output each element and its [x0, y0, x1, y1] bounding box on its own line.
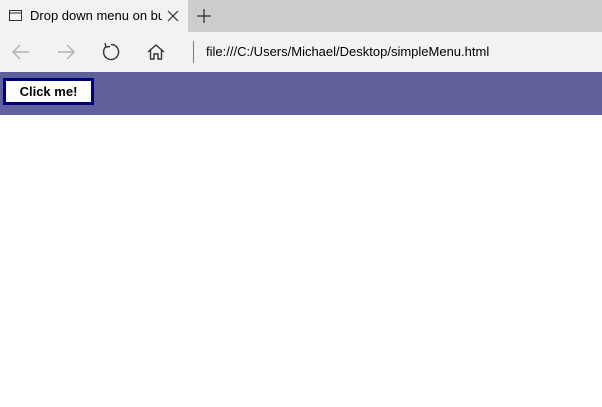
address-input[interactable]: file:///C:/Users/Michael/Desktop/simpleM…: [206, 44, 489, 60]
plus-icon[interactable]: [196, 8, 212, 24]
page-body: [0, 115, 602, 407]
click-me-button[interactable]: Click me!: [3, 78, 94, 105]
tab-active[interactable]: Drop down menu on bu: [0, 0, 188, 32]
forward-arrow-icon[interactable]: [56, 42, 76, 62]
page-header: Click me!: [0, 72, 602, 115]
tab-strip: Drop down menu on bu: [0, 0, 602, 32]
address-divider: [193, 41, 194, 63]
address-bar: file:///C:/Users/Michael/Desktop/simpleM…: [0, 32, 602, 72]
tab-title: Drop down menu on bu: [30, 8, 162, 23]
refresh-icon[interactable]: [101, 42, 121, 62]
page-icon: [9, 10, 22, 21]
close-icon[interactable]: [167, 10, 179, 22]
back-arrow-icon[interactable]: [11, 42, 31, 62]
browser-window: Drop down menu on bu file:///C:/Users/Mi…: [0, 0, 602, 407]
home-icon[interactable]: [146, 42, 166, 62]
